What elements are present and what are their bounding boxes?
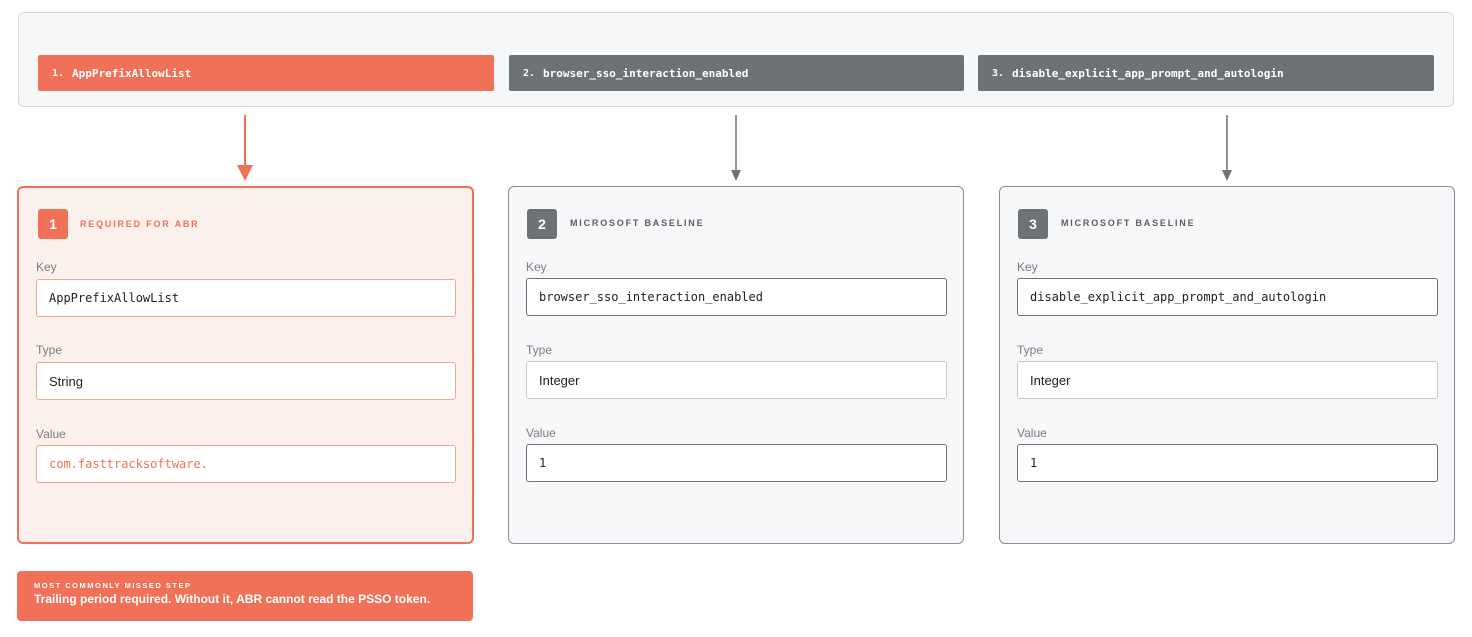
key-field[interactable]: AppPrefixAllowList bbox=[36, 279, 456, 317]
step-tab-label: disable_explicit_app_prompt_and_autologi… bbox=[1012, 66, 1284, 80]
step-tab-2[interactable]: 2. browser_sso_interaction_enabled bbox=[509, 55, 964, 91]
type-label: Type bbox=[526, 343, 553, 357]
value-label: Value bbox=[526, 426, 556, 440]
step-card-2: 2 MICROSOFT BASELINE Key browser_sso_int… bbox=[508, 186, 964, 544]
value-label: Value bbox=[1017, 426, 1047, 440]
callout-title: MOST COMMONLY MISSED STEP bbox=[34, 581, 192, 590]
step-tag: REQUIRED FOR ABR bbox=[80, 219, 200, 229]
step-tab-number: 2. bbox=[523, 67, 536, 79]
value-field[interactable]: 1 bbox=[526, 444, 947, 482]
type-field[interactable]: String bbox=[36, 362, 456, 400]
step-number-badge: 3 bbox=[1018, 209, 1048, 239]
step-number-badge: 1 bbox=[38, 209, 68, 239]
step-card-1: 1 REQUIRED FOR ABR Key AppPrefixAllowLis… bbox=[17, 186, 474, 544]
type-label: Type bbox=[36, 343, 63, 357]
arrow-down-icon-2 bbox=[731, 115, 741, 181]
key-field[interactable]: disable_explicit_app_prompt_and_autologi… bbox=[1017, 278, 1438, 316]
value-label: Value bbox=[36, 427, 66, 441]
step-tag: MICROSOFT BASELINE bbox=[570, 218, 705, 228]
step-tab-1[interactable]: 1. AppPrefixAllowList bbox=[38, 55, 494, 91]
arrow-down-icon-3 bbox=[1222, 115, 1232, 181]
key-field[interactable]: browser_sso_interaction_enabled bbox=[526, 278, 947, 316]
type-field[interactable]: Integer bbox=[526, 361, 947, 399]
step-card-3: 3 MICROSOFT BASELINE Key disable_explici… bbox=[999, 186, 1455, 544]
value-field[interactable]: com.fasttracksoftware. bbox=[36, 445, 456, 483]
key-label: Key bbox=[526, 260, 547, 274]
type-label: Type bbox=[1017, 343, 1044, 357]
step-tag: MICROSOFT BASELINE bbox=[1061, 218, 1196, 228]
step-tab-number: 3. bbox=[992, 67, 1005, 79]
step-tab-label: AppPrefixAllowList bbox=[72, 66, 192, 80]
step-tab-3[interactable]: 3. disable_explicit_app_prompt_and_autol… bbox=[978, 55, 1434, 91]
step-tab-label: browser_sso_interaction_enabled bbox=[543, 66, 749, 80]
key-label: Key bbox=[1017, 260, 1038, 274]
key-label: Key bbox=[36, 260, 57, 274]
callout-message: Trailing period required. Without it, AB… bbox=[34, 592, 431, 606]
arrow-down-icon-1 bbox=[237, 115, 253, 181]
missed-step-callout: MOST COMMONLY MISSED STEP Trailing perio… bbox=[17, 571, 473, 621]
step-number-badge: 2 bbox=[527, 209, 557, 239]
type-field[interactable]: Integer bbox=[1017, 361, 1438, 399]
step-tab-number: 1. bbox=[52, 67, 65, 79]
value-field[interactable]: 1 bbox=[1017, 444, 1438, 482]
